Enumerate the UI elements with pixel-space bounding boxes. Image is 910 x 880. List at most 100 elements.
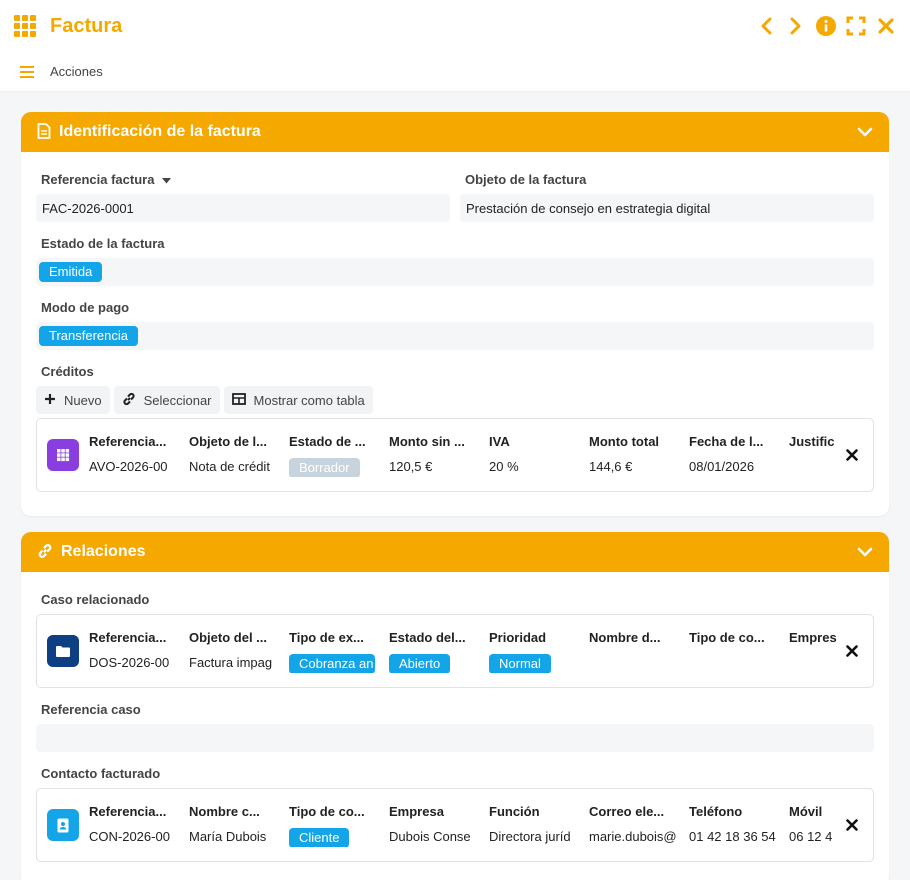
credits-label: Créditos bbox=[41, 364, 94, 379]
show-table-button[interactable]: Mostrar como tabla bbox=[223, 386, 373, 414]
column-header: Tipo de ex... bbox=[289, 630, 364, 645]
relations-title: Relaciones bbox=[61, 543, 146, 560]
column-value: Cobranza an bbox=[289, 653, 379, 673]
column-header: Nombre c... bbox=[189, 804, 260, 819]
column-value: Dubois Conse bbox=[389, 829, 471, 844]
invoice-object-label: Objeto de la factura bbox=[465, 172, 587, 187]
billed-contact-field: Contacto facturado Referencia... CON-2026… bbox=[36, 766, 874, 862]
show-table-button-label: Mostrar como tabla bbox=[253, 392, 365, 408]
chevron-left-icon[interactable] bbox=[756, 16, 776, 36]
value-tag: Normal bbox=[489, 653, 551, 673]
fullscreen-icon[interactable] bbox=[846, 16, 866, 36]
chevron-down-icon[interactable] bbox=[857, 124, 873, 140]
hamburger-icon[interactable] bbox=[20, 65, 34, 78]
title-bar: Factura bbox=[0, 0, 910, 52]
relations-panel-header[interactable]: Relaciones bbox=[21, 532, 889, 572]
payment-mode-label: Modo de pago bbox=[41, 300, 130, 315]
card-column: Monto total 144,6 € bbox=[589, 433, 689, 477]
caret-down-icon[interactable] bbox=[162, 172, 172, 187]
content: Identificación de la factura Referencia … bbox=[0, 112, 910, 880]
folder-icon bbox=[47, 635, 79, 667]
column-header: Correo ele... bbox=[589, 804, 665, 819]
new-button[interactable]: Nuevo bbox=[36, 386, 110, 414]
card-column: Fecha de l... 08/01/2026 bbox=[689, 433, 789, 477]
column-value: marie.dubois@ bbox=[589, 829, 677, 844]
invoice-state-input[interactable]: Emitida bbox=[36, 258, 874, 286]
column-header: Estado del... bbox=[389, 630, 466, 645]
column-header: Referencia... bbox=[89, 630, 167, 645]
select-button[interactable]: Seleccionar bbox=[113, 386, 220, 414]
chevron-right-icon[interactable] bbox=[786, 16, 806, 36]
related-case-field: Caso relacionado Referencia... DOS-2026-0… bbox=[36, 592, 874, 688]
card-column: IVA 20 % bbox=[489, 433, 589, 477]
invoice-state-field: Estado de la factura Emitida bbox=[36, 236, 874, 286]
card-column: Empresa Dubois Conse bbox=[389, 803, 489, 847]
state-tag: Emitida bbox=[39, 262, 103, 282]
column-value: Factura impag bbox=[189, 655, 273, 670]
column-header: Referencia... bbox=[89, 804, 167, 819]
card-column: Objeto de l... Nota de crédit bbox=[189, 433, 289, 477]
case-ref-input[interactable] bbox=[36, 724, 874, 752]
card-columns: Referencia... DOS-2026-00 Objeto del ... Fa… bbox=[89, 629, 863, 673]
value-tag: Cliente bbox=[289, 827, 350, 847]
card-column: Monto sin ... 120,5 € bbox=[389, 433, 489, 477]
identification-title: Identificación de la factura bbox=[59, 123, 261, 140]
remove-icon[interactable] bbox=[843, 446, 861, 464]
payment-mode-field: Modo de pago Transferencia bbox=[36, 300, 874, 350]
relations-body: Caso relacionado Referencia... DOS-2026-0… bbox=[21, 572, 889, 880]
column-value: Borrador bbox=[289, 457, 379, 477]
column-value: Nota de crédit bbox=[189, 459, 270, 474]
column-header: IVA bbox=[489, 434, 510, 449]
card-columns: Referencia... CON-2026-00 Nombre c... María… bbox=[89, 803, 863, 847]
column-header: Teléfono bbox=[689, 804, 743, 819]
invoice-ref-field: Referencia factura FAC-2026-0001 bbox=[36, 172, 450, 222]
column-header: Estado de ... bbox=[289, 434, 366, 449]
link-icon bbox=[37, 543, 53, 562]
invoice-ref-input[interactable]: FAC-2026-0001 bbox=[36, 194, 450, 222]
column-header: Nombre d... bbox=[589, 630, 661, 645]
column-header: Función bbox=[489, 804, 540, 819]
select-button-label: Seleccionar bbox=[143, 392, 212, 408]
invoice-object-input[interactable]: Prestación de consejo en estrategia digi… bbox=[460, 194, 874, 222]
billed-contact-label: Contacto facturado bbox=[41, 766, 161, 781]
card-column: Objeto del ... Factura impag bbox=[189, 629, 289, 673]
card-column: Referencia... AVO-2026-00 bbox=[89, 433, 189, 477]
card-column: Tipo de co... bbox=[689, 629, 789, 673]
relations-panel: Relaciones Caso relacionado Referencia..… bbox=[21, 532, 889, 880]
column-value: Directora juríd bbox=[489, 829, 571, 844]
link-icon bbox=[122, 392, 136, 409]
info-icon[interactable] bbox=[816, 16, 836, 36]
credit-card[interactable]: Referencia... AVO-2026-00 Objeto de l... No… bbox=[36, 418, 874, 492]
column-value bbox=[689, 653, 779, 673]
value-tag: Abierto bbox=[389, 653, 451, 673]
actions-menu[interactable]: Acciones bbox=[50, 64, 103, 79]
contact-card[interactable]: Referencia... CON-2026-00 Nombre c... María… bbox=[36, 788, 874, 862]
card-column: Referencia... DOS-2026-00 bbox=[89, 629, 189, 673]
column-value: 144,6 € bbox=[589, 459, 633, 474]
identification-body: Referencia factura FAC-2026-0001 Objeto … bbox=[21, 152, 889, 516]
actions-bar: Acciones bbox=[0, 52, 910, 92]
column-header: Prioridad bbox=[489, 630, 547, 645]
column-header: Monto total bbox=[589, 434, 660, 449]
close-icon[interactable] bbox=[876, 16, 896, 36]
apps-grid-icon[interactable] bbox=[14, 15, 40, 37]
card-column: Función Directora juríd bbox=[489, 803, 589, 847]
column-value: 01 42 18 36 54 bbox=[689, 829, 776, 844]
case-card[interactable]: Referencia... DOS-2026-00 Objeto del ... Fa… bbox=[36, 614, 874, 688]
column-header: Tipo de co... bbox=[289, 804, 365, 819]
identification-panel-header[interactable]: Identificación de la factura bbox=[21, 112, 889, 152]
contact-icon bbox=[47, 809, 79, 841]
credits-toolbar: Nuevo Seleccionar Mostrar como tabla bbox=[36, 386, 874, 414]
column-header: Fecha de l... bbox=[689, 434, 764, 449]
payment-mode-input[interactable]: Transferencia bbox=[36, 322, 874, 350]
remove-icon[interactable] bbox=[843, 816, 861, 834]
case-ref-label: Referencia caso bbox=[41, 702, 141, 717]
window-actions bbox=[756, 16, 896, 36]
chevron-down-icon[interactable] bbox=[857, 544, 873, 560]
payment-tag: Transferencia bbox=[39, 326, 138, 346]
invoice-ref-label: Referencia factura bbox=[41, 172, 155, 187]
column-header: Monto sin ... bbox=[389, 434, 465, 449]
remove-icon[interactable] bbox=[843, 642, 861, 660]
value-tag: Borrador bbox=[289, 457, 360, 477]
plus-icon bbox=[44, 393, 56, 408]
